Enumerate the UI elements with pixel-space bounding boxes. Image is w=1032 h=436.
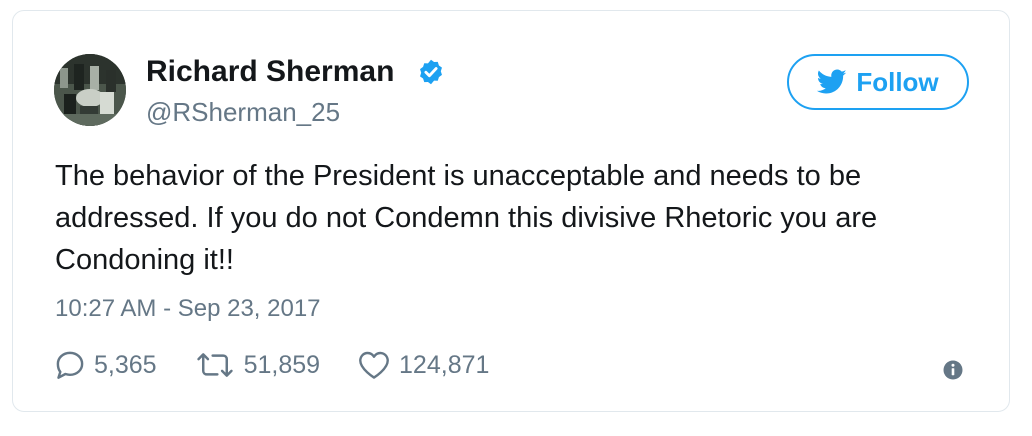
follow-label: Follow (856, 66, 939, 97)
retweet-button[interactable]: 51,859 (195, 350, 320, 380)
like-button[interactable]: 124,871 (358, 350, 489, 380)
follow-button[interactable]: Follow (787, 54, 969, 110)
retweet-count: 51,859 (243, 350, 321, 379)
reply-bubble-icon (56, 351, 84, 379)
avatar-image (54, 54, 126, 126)
reply-count: 5,365 (94, 350, 157, 379)
heart-icon (359, 351, 389, 379)
tweet-timestamp[interactable]: 10:27 AM - Sep 23, 2017 (55, 295, 321, 323)
tweet-card: Richard Sherman @RSherman_25 Follow The … (12, 10, 1010, 412)
author-name[interactable]: Richard Sherman (146, 55, 394, 89)
author-handle[interactable]: @RSherman_25 (146, 97, 340, 128)
reply-button[interactable]: 5,365 (55, 350, 157, 380)
like-count: 124,871 (399, 350, 490, 379)
tweet-text: The behavior of the President is unaccep… (55, 160, 878, 276)
twitter-bird-icon (817, 69, 847, 94)
info-circle-icon[interactable] (943, 360, 963, 380)
retweet-arrows-icon (196, 353, 233, 377)
tweet-actions: 5,365 51,859 124,871 (55, 347, 527, 383)
verified-badge-icon (420, 59, 442, 85)
avatar[interactable] (54, 54, 126, 126)
